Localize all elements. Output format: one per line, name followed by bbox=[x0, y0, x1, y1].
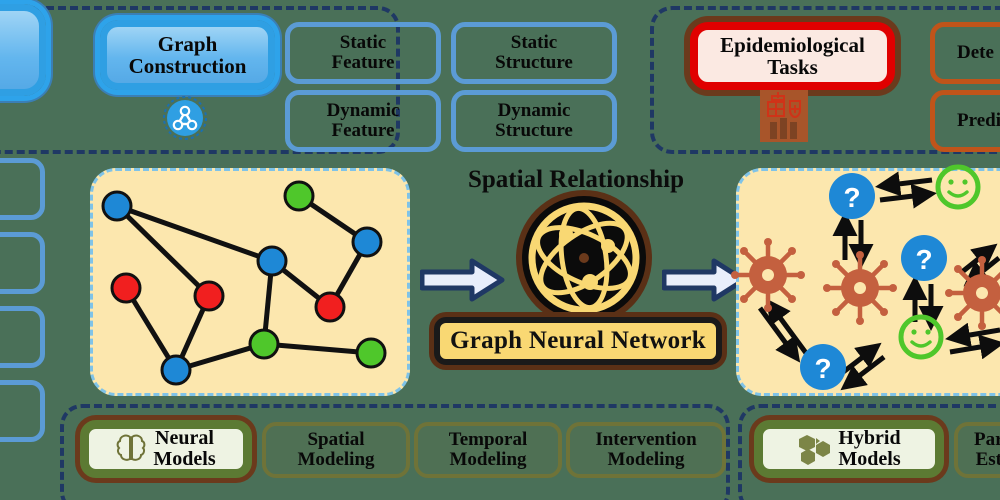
hybrid-models-box[interactable]: Hybrid Models bbox=[754, 420, 944, 478]
parameter-estimation-box[interactable]: Par Est bbox=[954, 422, 1000, 478]
temporal-modeling-box[interactable]: Temporal Modeling bbox=[414, 422, 562, 478]
entity-question-3: ? bbox=[800, 344, 846, 390]
entity-virus-1 bbox=[731, 238, 805, 312]
svg-text:?: ? bbox=[915, 244, 932, 275]
entity-virus-2 bbox=[823, 251, 897, 325]
hybrid-models-label-1: Hybrid bbox=[838, 427, 901, 449]
intervention-modeling-box[interactable]: Intervention Modeling bbox=[566, 422, 726, 478]
neural-models-label-1: Neural bbox=[155, 427, 214, 449]
entity-smiley-2 bbox=[898, 314, 944, 360]
entity-smiley-1 bbox=[935, 164, 981, 210]
brain-icon bbox=[116, 433, 146, 465]
intervention-modeling-label-1: Intervention bbox=[595, 429, 697, 451]
svg-text:?: ? bbox=[814, 353, 831, 384]
spatial-modeling-box[interactable]: Spatial Modeling bbox=[262, 422, 410, 478]
hybrid-models-label-2: Models bbox=[838, 448, 901, 470]
neural-models-label-2: Models bbox=[153, 448, 216, 470]
neural-models-box[interactable]: Neural Models bbox=[80, 420, 252, 478]
svg-text:?: ? bbox=[843, 182, 860, 213]
parameter-estimation-label-1: Par bbox=[974, 429, 1000, 451]
temporal-modeling-label-1: Temporal bbox=[448, 429, 528, 451]
temporal-modeling-label-2: Modeling bbox=[449, 449, 527, 470]
hexagon-blocks-icon bbox=[797, 433, 831, 465]
entity-question-1: ? bbox=[829, 173, 875, 219]
spatial-modeling-label-1: Spatial bbox=[307, 429, 365, 451]
entity-virus-3 bbox=[945, 256, 1000, 330]
entity-question-2: ? bbox=[901, 235, 947, 281]
intervention-modeling-label-2: Modeling bbox=[607, 449, 685, 470]
figure-canvas: Graph Construction Static Feature Static… bbox=[0, 0, 1000, 500]
parameter-estimation-label-2: Est bbox=[975, 449, 1000, 470]
spatial-modeling-label-2: Modeling bbox=[297, 449, 375, 470]
